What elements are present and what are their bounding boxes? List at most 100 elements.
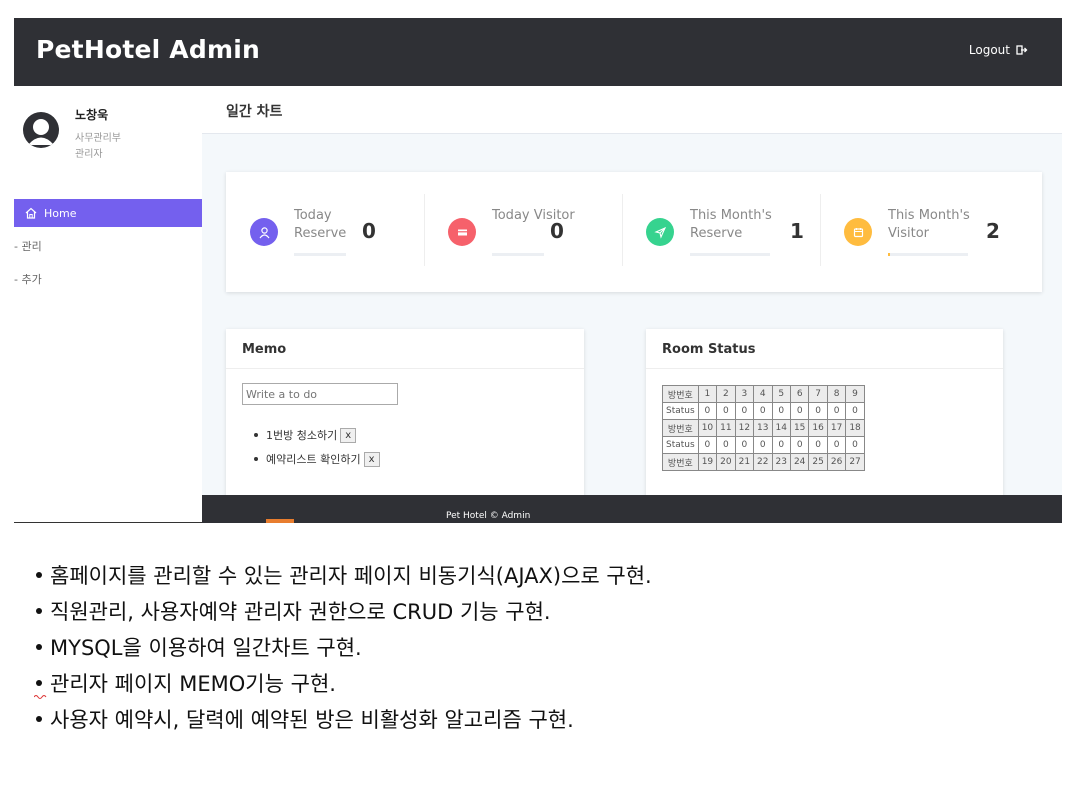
stat-month-visitor: This Month's Visitor 2 (820, 172, 1018, 292)
stat-progress-bar (888, 253, 968, 256)
room-status-cell: 0 (716, 436, 736, 454)
room-number-cell: 19 (697, 453, 718, 471)
todo-text: 예약리스트 확인하기 (266, 453, 361, 466)
table-row: 방번호 10 11 12 13 14 15 16 17 18 (662, 419, 865, 437)
stats-card: Today Reserve 0 Today Visitor 0 This Mon… (226, 172, 1042, 292)
sidebar-item-add[interactable]: - 추가 (14, 271, 42, 287)
table-row: Status 0 0 0 0 0 0 0 0 0 (662, 436, 865, 454)
room-number-cell: 20 (716, 453, 736, 471)
brand-logo[interactable]: PetHotel Admin (36, 35, 260, 64)
room-number-cell: 18 (845, 419, 865, 437)
room-number-cell: 16 (808, 419, 828, 437)
stat-today-reserve: Today Reserve 0 (226, 172, 424, 292)
room-number-cell: 3 (734, 385, 755, 403)
room-status-cell: 0 (826, 402, 847, 420)
todo-text: 1번방 청소하기 (266, 429, 338, 442)
bullet-dot (36, 644, 42, 650)
room-status-cell: 0 (697, 436, 718, 454)
stat-today-visitor: Today Visitor 0 (424, 172, 622, 292)
room-number-cell: 27 (845, 453, 865, 471)
list-item: 예약리스트 확인하기 x (254, 451, 380, 467)
room-number-cell: 24 (789, 453, 810, 471)
logout-label: Logout (968, 43, 1010, 57)
sidebar: 노창욱 사무관리부 관리자 Home - 관리 - 추가 (14, 86, 202, 523)
room-number-cell: 9 (845, 385, 865, 403)
room-number-cell: 4 (753, 385, 773, 403)
room-status-table: 방번호 1 2 3 4 5 6 7 8 9 Status 0 0 0 0 0 0 0 0 0 방번호 10 11 12 13 14… (662, 385, 865, 471)
stat-value: 2 (986, 219, 1000, 243)
room-number-cell: 12 (734, 419, 755, 437)
room-number-cell: 14 (771, 419, 791, 437)
user-name: 노창욱 (75, 108, 109, 122)
stat-icon-circle (844, 218, 872, 246)
sidebar-item-home[interactable]: Home (14, 199, 202, 227)
room-status-cell: 0 (808, 436, 828, 454)
room-status-cell: 0 (734, 402, 755, 420)
room-number-cell: 7 (808, 385, 828, 403)
room-label-cell: 방번호 (662, 419, 699, 437)
room-label-cell: 방번호 (662, 385, 699, 403)
stat-label: This Month's Visitor (888, 208, 970, 241)
logout-button[interactable]: Logout (969, 43, 1028, 57)
user-role: 관리자 (75, 149, 103, 160)
feature-text: MYSQL을 이용하여 일간차트 구현. (50, 636, 362, 660)
memo-title: Memo (242, 342, 287, 357)
stat-progress-bar (294, 253, 346, 256)
admin-screenshot: PetHotel Admin Logout 노창욱 사무관리부 관리자 Home (14, 18, 1062, 523)
room-number-cell: 6 (789, 385, 810, 403)
room-number-cell: 15 (789, 419, 810, 437)
home-icon (25, 207, 37, 219)
memo-card-header: Memo (226, 329, 584, 369)
delete-todo-button[interactable]: x (340, 427, 357, 443)
room-number-cell: 13 (753, 419, 773, 437)
room-status-card: Room Status 방번호 1 2 3 4 5 6 7 8 9 Status 0 0 0 0 0 0 0 0 0 방… (646, 329, 1003, 523)
footer-text: Pet Hotel © Admin (446, 511, 531, 521)
stat-value: 0 (362, 219, 376, 243)
delete-todo-button[interactable]: x (363, 451, 380, 467)
room-number-cell: 11 (716, 419, 736, 437)
memo-card: Memo 1번방 청소하기 x 예약리스트 확인하기 x (226, 329, 584, 523)
room-status-cell: 0 (845, 436, 865, 454)
sidebar-item-manage[interactable]: - 관리 (14, 238, 42, 254)
room-status-cell: 0 (808, 402, 828, 420)
room-number-cell: 5 (771, 385, 791, 403)
footer-accent (266, 519, 294, 523)
room-number-cell: 22 (753, 453, 773, 471)
list-item: 1번방 청소하기 x (254, 427, 357, 443)
user-department: 사무관리부 (75, 133, 121, 144)
room-status-cell: 0 (826, 436, 847, 454)
bullet-dot (254, 433, 258, 437)
bullet-dot (254, 457, 258, 461)
list-item: 홈페이지를 관리할 수 있는 관리자 페이지 비동기식(AJAX)으로 구현. (36, 557, 652, 593)
room-status-title: Room Status (662, 342, 756, 357)
main-content: 일간 차트 Today Reserve 0 Today Visitor 0 Th… (202, 86, 1062, 523)
list-item: MYSQL을 이용하여 일간차트 구현. (36, 629, 652, 665)
room-status-cell: 0 (789, 402, 810, 420)
todo-input[interactable] (242, 383, 398, 405)
room-label-cell: 방번호 (662, 453, 699, 471)
calendar-icon (853, 227, 863, 237)
stat-icon-circle (250, 218, 278, 246)
stat-month-reserve: This Month's Reserve 1 (622, 172, 820, 292)
room-number-cell: 25 (808, 453, 828, 471)
room-number-cell: 17 (826, 419, 847, 437)
table-row: Status 0 0 0 0 0 0 0 0 0 (662, 402, 865, 420)
room-status-cell: 0 (734, 436, 755, 454)
list-item: 관리자 페이지 MEMO기능 구현. (34, 665, 652, 701)
card-icon (457, 229, 467, 235)
user-icon (259, 226, 269, 238)
table-row: 방번호 19 20 21 22 23 24 25 26 27 (662, 453, 865, 471)
list-item: 사용자 예약시, 달력에 예약된 방은 비활성화 알고리즘 구현. (36, 701, 652, 737)
bullet-dot (36, 572, 42, 578)
stat-value: 0 (550, 219, 564, 243)
room-status-cell: 0 (845, 402, 865, 420)
room-status-cell: 0 (753, 436, 773, 454)
send-icon (653, 226, 666, 239)
room-number-cell: 8 (826, 385, 847, 403)
bullet-dot (36, 716, 42, 722)
room-number-cell: 26 (826, 453, 847, 471)
room-number-cell: 10 (697, 419, 718, 437)
stat-label: Today Visitor (492, 208, 575, 223)
room-status-cell: 0 (789, 436, 810, 454)
avatar[interactable] (23, 112, 59, 148)
